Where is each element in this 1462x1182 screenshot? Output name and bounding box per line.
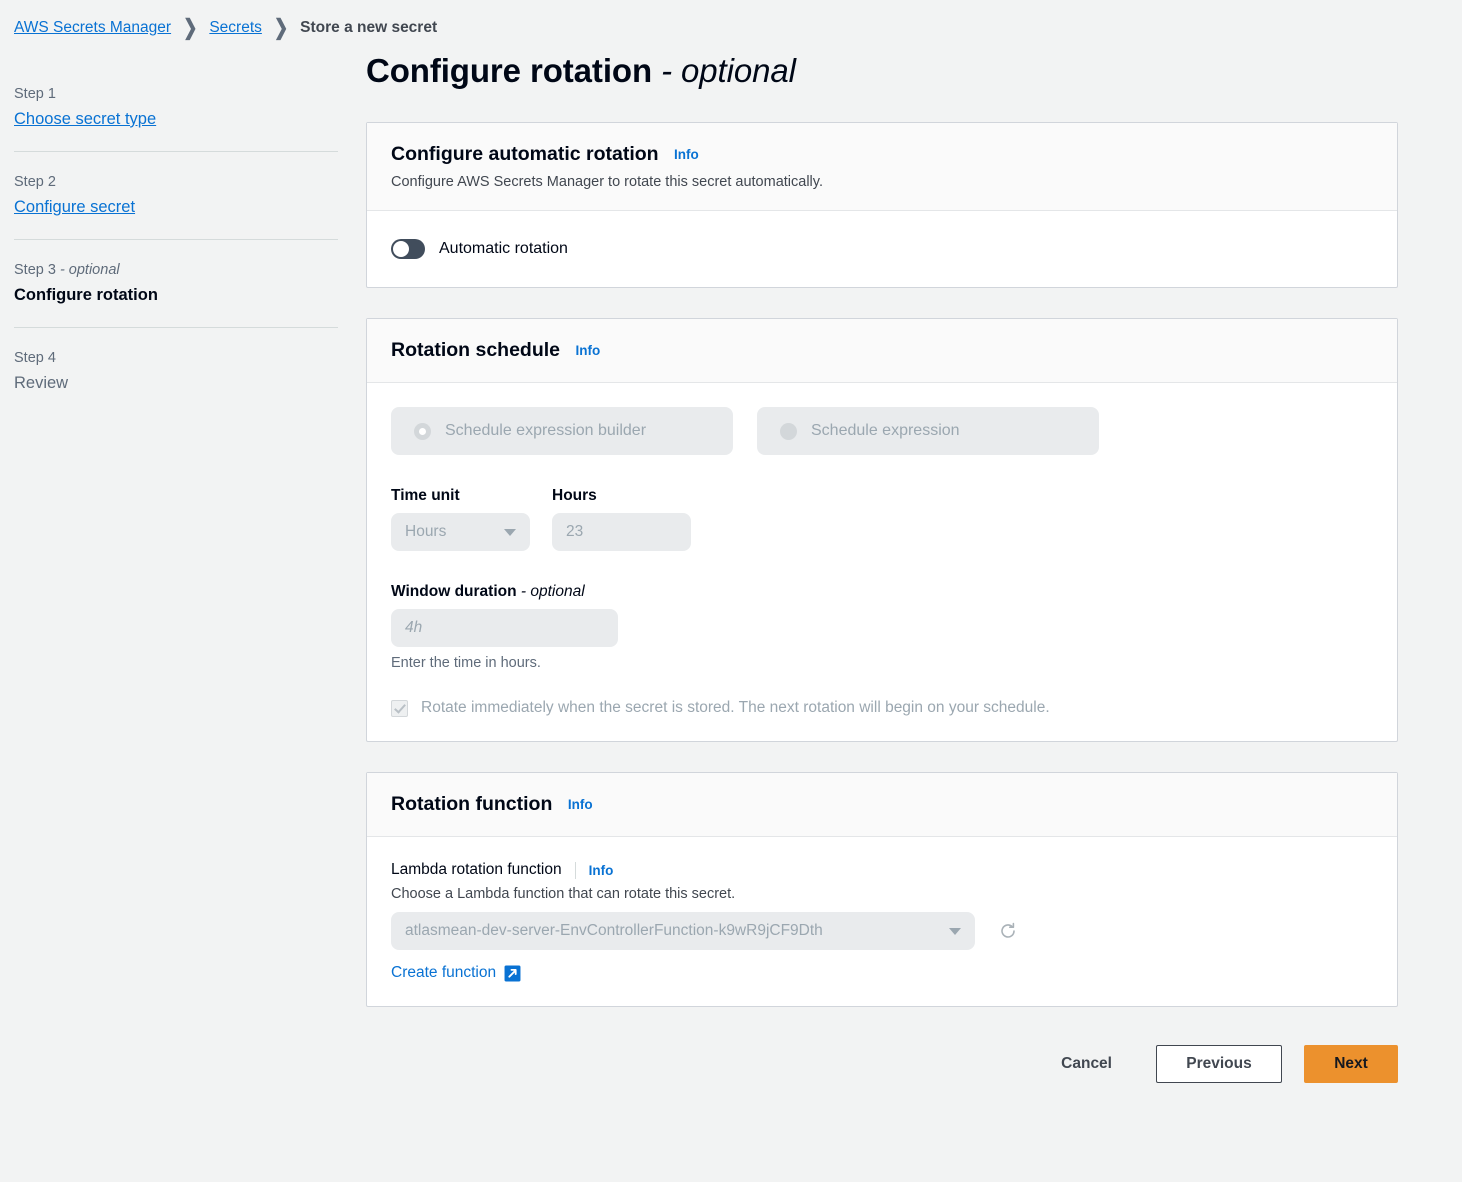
window-duration-label-text: Window duration xyxy=(391,583,517,600)
window-duration-input[interactable]: 4h xyxy=(391,609,618,647)
lambda-rotation-function-description: Choose a Lambda function that can rotate… xyxy=(391,886,1373,902)
page-title: Configure rotation - optional xyxy=(366,52,1398,90)
lambda-function-value: atlasmean-dev-server-EnvControllerFuncti… xyxy=(405,922,823,940)
breadcrumb-item-secrets[interactable]: Secrets xyxy=(209,19,262,37)
rotation-function-card: Rotation function Info Lambda rotation f… xyxy=(366,772,1398,1007)
time-unit-field: Time unit Hours xyxy=(391,487,530,551)
hours-label: Hours xyxy=(552,487,691,505)
card-body-rotation-schedule: Schedule expression builder Schedule exp… xyxy=(367,383,1397,741)
create-function-label: Create function xyxy=(391,964,496,982)
info-link-rotation-function[interactable]: Info xyxy=(568,797,593,812)
next-button[interactable]: Next xyxy=(1304,1045,1398,1083)
sidebar-step-4: Step 4 Review xyxy=(0,350,366,393)
sidebar-step-3-number-text: Step 3 xyxy=(14,262,56,278)
radio-tile-schedule-expression[interactable]: Schedule expression xyxy=(757,407,1099,455)
card-title-rotation-schedule: Rotation schedule xyxy=(391,339,560,362)
label-divider xyxy=(575,862,576,879)
rotate-immediately-label: Rotate immediately when the secret is st… xyxy=(421,699,1050,717)
card-description-automatic-rotation: Configure AWS Secrets Manager to rotate … xyxy=(391,174,1373,190)
page-title-optional: - optional xyxy=(652,52,796,89)
wizard-footer-actions: Cancel Previous Next xyxy=(0,1037,1462,1113)
cancel-button[interactable]: Cancel xyxy=(1039,1045,1134,1083)
lambda-function-select[interactable]: atlasmean-dev-server-EnvControllerFuncti… xyxy=(391,912,975,950)
sidebar-divider xyxy=(14,151,338,152)
window-duration-label: Window duration - optional xyxy=(391,583,1373,601)
card-title-automatic-rotation: Configure automatic rotation xyxy=(391,143,659,166)
card-body-automatic-rotation: Automatic rotation xyxy=(367,211,1397,287)
sidebar-step-1-number: Step 1 xyxy=(14,86,338,102)
rotation-schedule-card: Rotation schedule Info Schedule expressi… xyxy=(366,318,1398,742)
chevron-down-icon xyxy=(504,529,516,536)
time-unit-label: Time unit xyxy=(391,487,530,505)
main-content: Configure rotation - optional Configure … xyxy=(366,38,1462,1037)
previous-button[interactable]: Previous xyxy=(1156,1045,1282,1083)
sidebar-step-2-label[interactable]: Configure secret xyxy=(14,198,135,217)
sidebar-step-2: Step 2 Configure secret xyxy=(0,174,366,217)
automatic-rotation-toggle-row: Automatic rotation xyxy=(391,235,1373,263)
sidebar-step-3-number: Step 3 - optional xyxy=(14,262,338,278)
lambda-select-row: atlasmean-dev-server-EnvControllerFuncti… xyxy=(391,912,1373,950)
sidebar-divider xyxy=(14,327,338,328)
sidebar-step-1: Step 1 Choose secret type xyxy=(0,86,366,129)
rotate-immediately-row: Rotate immediately when the secret is st… xyxy=(391,699,1373,717)
window-duration-placeholder: 4h xyxy=(405,619,422,637)
page-layout: Step 1 Choose secret type Step 2 Configu… xyxy=(0,38,1462,1037)
schedule-fields-row: Time unit Hours Hours 23 xyxy=(391,487,1373,551)
card-header-rotation-schedule: Rotation schedule Info xyxy=(367,319,1397,383)
radio-selected-icon xyxy=(414,423,431,440)
hours-input[interactable]: 23 xyxy=(552,513,691,551)
info-link-lambda-rotation-function[interactable]: Info xyxy=(589,863,614,878)
info-link-rotation-schedule[interactable]: Info xyxy=(575,343,600,358)
sidebar-step-3: Step 3 - optional Configure rotation xyxy=(0,262,366,305)
time-unit-value: Hours xyxy=(405,523,446,541)
toggle-knob xyxy=(393,241,409,257)
window-duration-field: Window duration - optional 4h Enter the … xyxy=(391,583,1373,671)
automatic-rotation-toggle-label: Automatic rotation xyxy=(439,240,568,258)
lambda-label-row: Lambda rotation function Info xyxy=(391,861,1373,879)
card-body-rotation-function: Lambda rotation function Info Choose a L… xyxy=(367,837,1397,1006)
card-title-rotation-function: Rotation function xyxy=(391,793,552,816)
page-title-text: Configure rotation xyxy=(366,52,652,89)
time-unit-select[interactable]: Hours xyxy=(391,513,530,551)
schedule-mode-radio-group: Schedule expression builder Schedule exp… xyxy=(391,407,1373,455)
breadcrumb-item-aws-secrets-manager[interactable]: AWS Secrets Manager xyxy=(14,19,171,37)
radio-tile-label-builder: Schedule expression builder xyxy=(445,422,646,440)
sidebar-step-4-number: Step 4 xyxy=(14,350,338,366)
create-function-link[interactable]: Create function xyxy=(391,964,521,982)
sidebar-step-4-label: Review xyxy=(14,374,68,393)
refresh-icon[interactable] xyxy=(997,920,1019,942)
rotate-immediately-checkbox[interactable] xyxy=(391,700,408,717)
sidebar-divider xyxy=(14,239,338,240)
window-duration-help-text: Enter the time in hours. xyxy=(391,655,1373,671)
chevron-right-icon: ❯ xyxy=(183,16,197,41)
configure-automatic-rotation-card: Configure automatic rotation Info Config… xyxy=(366,122,1398,288)
breadcrumb-item-current: Store a new secret xyxy=(300,19,437,37)
hours-field: Hours 23 xyxy=(552,487,691,551)
radio-tile-schedule-expression-builder[interactable]: Schedule expression builder xyxy=(391,407,733,455)
automatic-rotation-toggle[interactable] xyxy=(391,239,425,259)
chevron-right-icon: ❯ xyxy=(274,16,288,41)
card-header-automatic-rotation: Configure automatic rotation Info Config… xyxy=(367,123,1397,211)
sidebar-step-1-label[interactable]: Choose secret type xyxy=(14,110,156,129)
lambda-rotation-function-label: Lambda rotation function xyxy=(391,861,562,879)
radio-tile-label-expression: Schedule expression xyxy=(811,422,960,440)
sidebar-step-3-label: Configure rotation xyxy=(14,286,158,305)
radio-unselected-icon xyxy=(780,423,797,440)
window-duration-optional: - optional xyxy=(517,583,585,600)
chevron-down-icon xyxy=(949,928,961,935)
sidebar-step-3-optional: - optional xyxy=(56,262,120,278)
card-header-rotation-function: Rotation function Info xyxy=(367,773,1397,837)
external-link-icon xyxy=(504,965,521,982)
info-link-automatic-rotation[interactable]: Info xyxy=(674,147,699,162)
wizard-step-navigation: Step 1 Choose secret type Step 2 Configu… xyxy=(0,38,366,393)
sidebar-step-2-number: Step 2 xyxy=(14,174,338,190)
breadcrumb: AWS Secrets Manager ❯ Secrets ❯ Store a … xyxy=(0,0,1462,38)
hours-value: 23 xyxy=(566,523,583,541)
